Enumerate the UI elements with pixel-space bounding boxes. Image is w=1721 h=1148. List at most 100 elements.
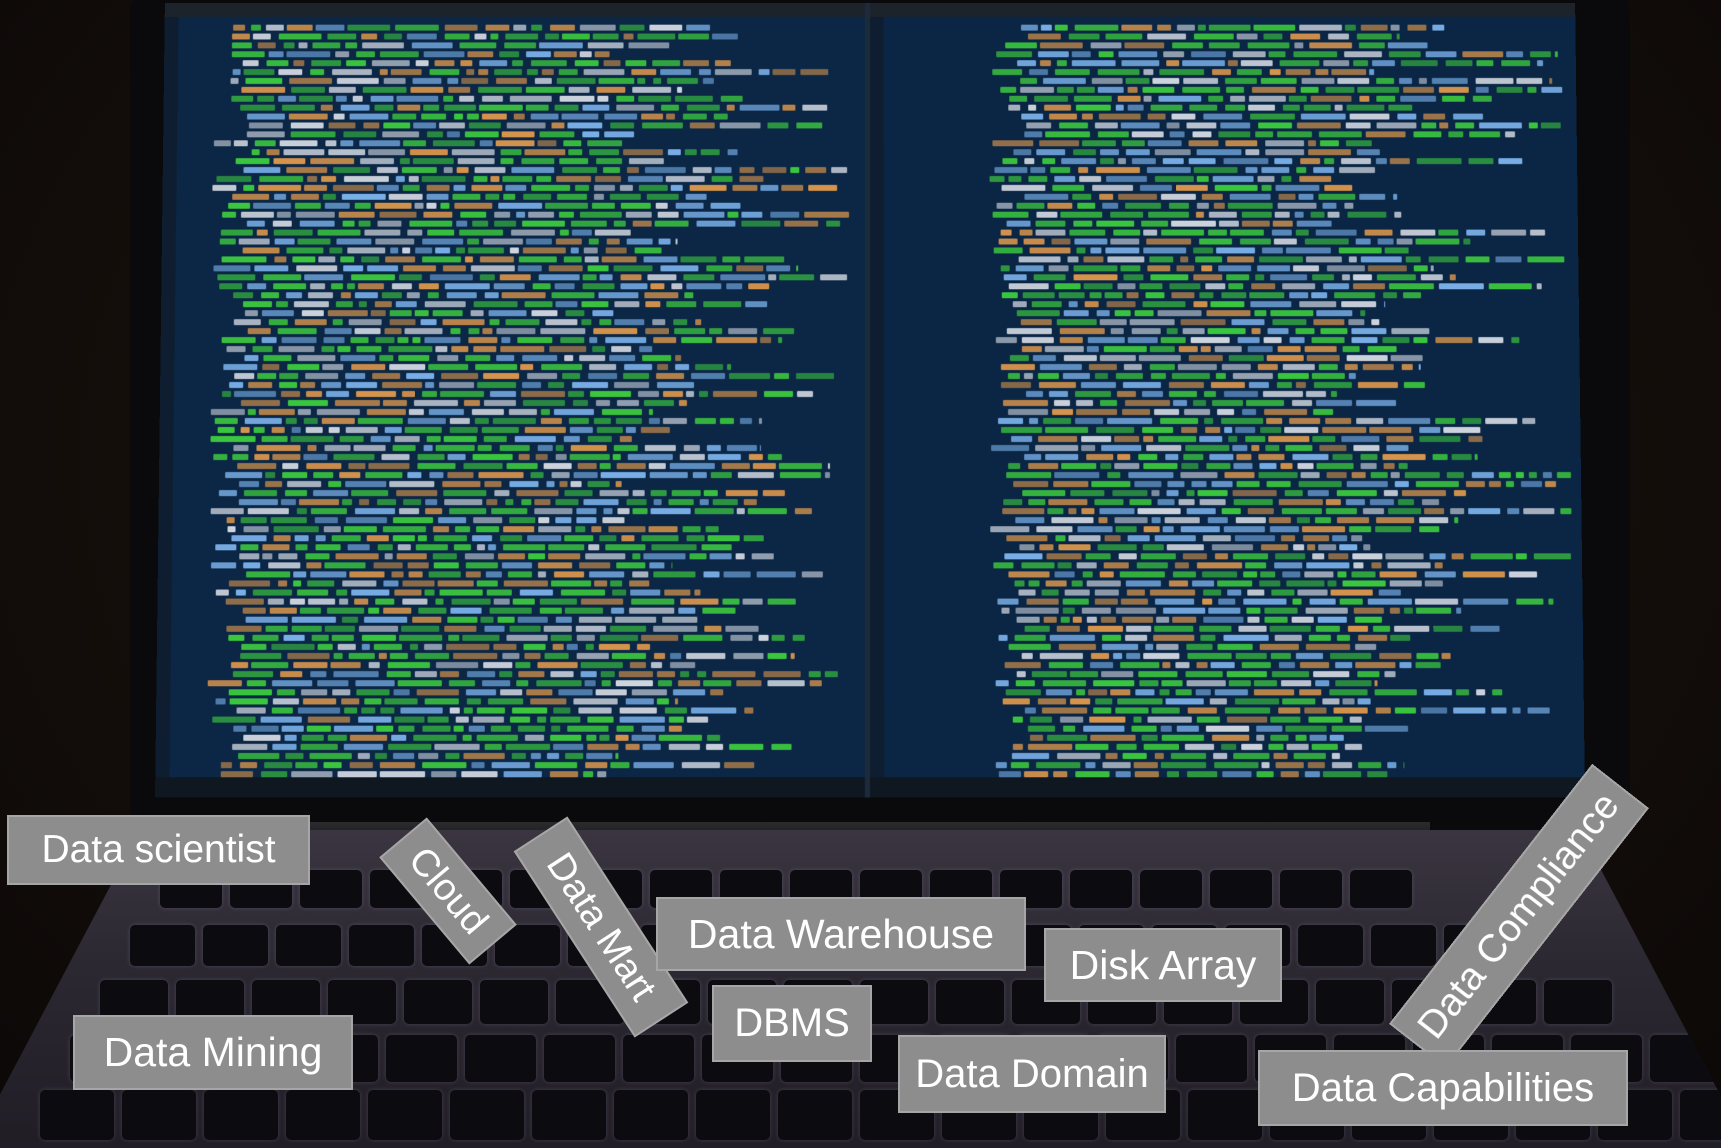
code-token xyxy=(1008,408,1049,415)
code-token xyxy=(1143,652,1180,660)
code-token xyxy=(422,762,467,769)
code-token xyxy=(310,671,327,678)
code-token xyxy=(331,283,344,290)
code-token xyxy=(678,399,687,406)
code-token xyxy=(686,24,711,31)
code-token xyxy=(299,607,321,614)
code-token xyxy=(686,535,705,542)
code-token xyxy=(553,743,584,750)
code-token xyxy=(1188,140,1219,147)
editor-tabbar-left xyxy=(164,2,866,17)
code-token xyxy=(1268,743,1284,750)
code-token xyxy=(1062,598,1089,605)
code-token xyxy=(361,707,376,714)
code-token xyxy=(568,86,590,93)
code-token xyxy=(422,256,462,263)
code-token xyxy=(710,472,732,479)
code-token xyxy=(1304,571,1334,578)
code-token xyxy=(653,499,662,506)
code-token xyxy=(1537,60,1544,67)
code-token xyxy=(1169,283,1201,290)
code-token xyxy=(1134,481,1162,488)
code-token xyxy=(411,42,453,49)
code-token xyxy=(1171,292,1195,299)
code-token xyxy=(401,167,437,174)
code-token xyxy=(307,580,335,587)
code-token xyxy=(262,553,273,560)
code-token xyxy=(566,643,578,650)
code-token xyxy=(423,51,465,58)
code-token xyxy=(315,544,341,551)
code-token xyxy=(310,508,347,515)
code-token xyxy=(1178,346,1198,353)
code-token xyxy=(1498,472,1511,479)
code-token xyxy=(794,508,812,515)
code-token xyxy=(407,417,446,424)
code-token xyxy=(1217,408,1235,415)
code-token xyxy=(1527,256,1565,263)
code-token xyxy=(1299,175,1332,182)
code-token xyxy=(345,426,378,434)
code-token xyxy=(391,571,404,578)
code-token xyxy=(1035,229,1066,236)
code-token xyxy=(305,426,323,434)
code-token xyxy=(347,24,391,31)
code-token xyxy=(1045,426,1089,434)
code-token xyxy=(1121,60,1160,67)
code-token xyxy=(1188,355,1223,362)
code-token xyxy=(1240,60,1273,67)
code-token xyxy=(531,310,558,317)
code-token xyxy=(231,95,254,102)
code-token xyxy=(1307,490,1329,497)
code-token xyxy=(409,149,448,156)
code-token xyxy=(996,202,1013,209)
code-token xyxy=(1325,86,1355,93)
code-token xyxy=(1347,625,1369,632)
code-token xyxy=(808,671,821,678)
code-token xyxy=(570,481,582,488)
code-token xyxy=(1126,652,1141,660)
code-token xyxy=(1046,553,1082,560)
code-token xyxy=(1170,752,1207,760)
code-token xyxy=(707,454,741,461)
code-token xyxy=(1196,662,1208,669)
code-token xyxy=(1039,140,1080,147)
code-token xyxy=(512,598,535,605)
code-token xyxy=(683,445,700,452)
code-token xyxy=(432,140,475,147)
code-token xyxy=(620,283,648,290)
code-token xyxy=(295,762,318,769)
code-token xyxy=(497,616,515,623)
code-token xyxy=(1297,463,1314,470)
code-token xyxy=(474,417,489,424)
code-token xyxy=(435,247,451,254)
code-token xyxy=(505,499,514,506)
code-token xyxy=(385,256,416,263)
code-token xyxy=(649,24,683,31)
code-token xyxy=(632,220,652,227)
code-token xyxy=(1114,436,1140,443)
code-token xyxy=(303,454,328,461)
code-token xyxy=(1209,698,1227,705)
code-token xyxy=(232,69,241,76)
code-token xyxy=(1125,77,1150,84)
code-token xyxy=(1083,283,1113,290)
code-token xyxy=(1122,408,1151,415)
code-token xyxy=(260,716,302,723)
keyboard-key xyxy=(623,1035,694,1082)
code-token xyxy=(1055,535,1066,542)
code-token xyxy=(1267,328,1289,335)
code-token xyxy=(582,274,597,281)
code-token xyxy=(1246,399,1285,406)
code-token xyxy=(555,517,572,524)
code-token xyxy=(1143,436,1154,443)
code-token xyxy=(1097,544,1137,551)
code-token xyxy=(251,662,289,669)
code-token xyxy=(1318,544,1337,551)
code-token xyxy=(278,553,298,560)
code-token xyxy=(732,184,758,191)
code-token xyxy=(1107,256,1145,263)
code-token xyxy=(1471,472,1494,479)
code-token xyxy=(1316,463,1354,470)
code-token xyxy=(1233,752,1270,760)
